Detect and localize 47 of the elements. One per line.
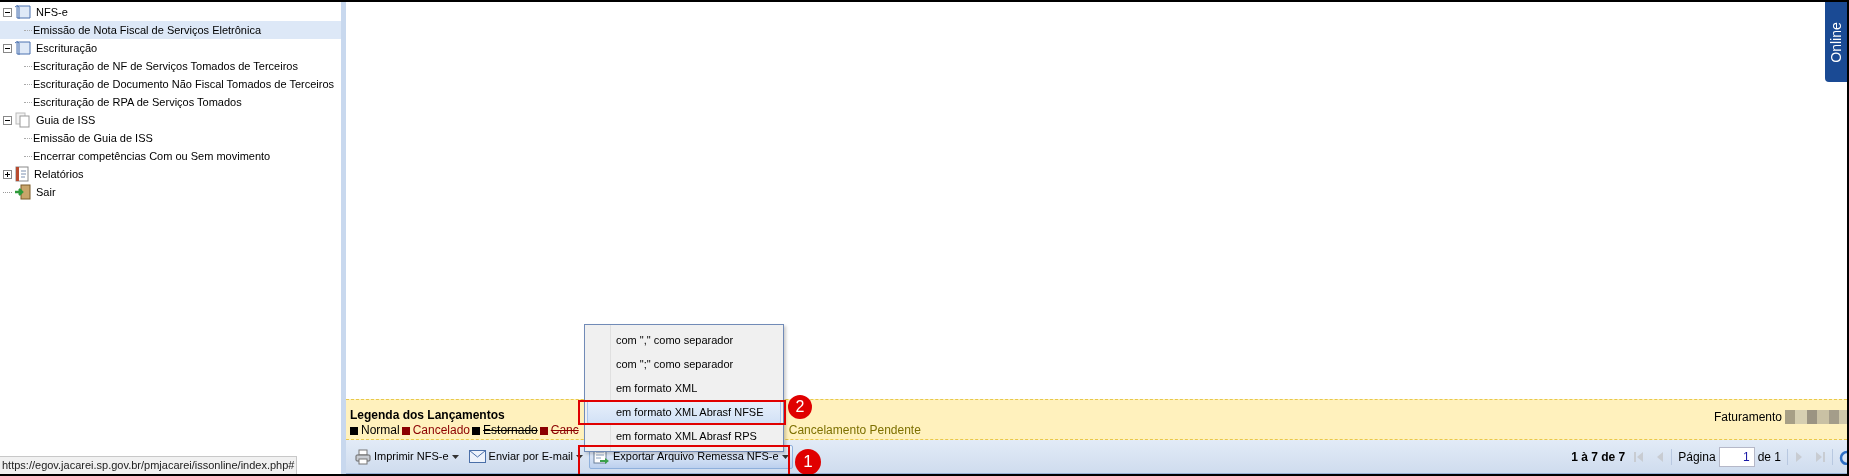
caret-icon xyxy=(781,454,789,459)
faturamento-label: Faturamento xyxy=(1713,409,1782,426)
redacted-value xyxy=(1785,410,1847,424)
tree-item[interactable]: Escrituração xyxy=(0,39,341,57)
document-icon xyxy=(14,40,32,56)
document-icon xyxy=(14,4,32,20)
tree-item[interactable]: Emissão de Nota Fiscal de Serviços Eletrônica xyxy=(0,21,341,39)
refresh-icon[interactable] xyxy=(1839,448,1847,465)
pages-icon xyxy=(14,112,32,128)
caret-icon xyxy=(451,454,459,459)
tree-item[interactable]: Escrituração de NF de Serviços Tomados de Terceiros xyxy=(0,57,341,75)
tree-item[interactable]: Guia de ISS xyxy=(0,111,341,129)
tree-item[interactable]: Emissão de Guia de ISS xyxy=(0,129,341,147)
tree-item[interactable]: Relatórios xyxy=(0,165,341,183)
printer-icon xyxy=(355,448,371,465)
menu-item[interactable]: em formato XML Abrasf NFSE xyxy=(587,400,781,424)
menu-item[interactable]: em formato XML xyxy=(587,376,781,400)
legend-label: Cancelado xyxy=(412,423,471,438)
toolbar-button[interactable]: Enviar por E-mail xyxy=(465,444,586,469)
online-tab[interactable]: Online xyxy=(1825,2,1847,82)
page-input[interactable]: 1 xyxy=(1718,446,1755,467)
tree-item[interactable]: Escrituração de RPA de Serviços Tomados xyxy=(0,93,341,111)
menu-item[interactable]: com "," como separador xyxy=(587,328,781,352)
legend-label: Canc xyxy=(550,423,579,438)
page-label: Página xyxy=(1678,448,1716,466)
legend-label: Estornado xyxy=(483,423,538,438)
collapse-icon[interactable] xyxy=(3,7,12,17)
tree-item[interactable]: Escrituração de Documento Não Fiscal Tomados de Terceiros xyxy=(0,75,341,93)
toolbar-button[interactable]: Imprimir NFS-e xyxy=(352,444,462,469)
menu-item[interactable]: com ";" como separador xyxy=(587,352,781,376)
record-count: 1 à 7 de 7 xyxy=(1571,448,1626,466)
annotation-badge: 2 xyxy=(788,395,812,419)
legend-label: Normal xyxy=(361,423,400,438)
exit-door-icon xyxy=(14,184,32,200)
page-total: de 1 xyxy=(1757,448,1781,466)
expand-icon[interactable] xyxy=(3,169,12,179)
tree-item[interactable]: NFS-e xyxy=(0,3,341,21)
report-icon xyxy=(14,166,30,182)
collapse-icon[interactable] xyxy=(3,115,12,125)
legend-title: Legenda dos Lançamentos xyxy=(350,408,505,423)
status-url: https://egov.jacarei.sp.gov.br/pmjacarei/issonline/index.php# xyxy=(0,456,298,474)
envelope-icon xyxy=(468,450,486,463)
tree-item[interactable]: Sair xyxy=(0,183,341,201)
caret-icon xyxy=(575,454,583,459)
collapse-icon[interactable] xyxy=(3,43,12,53)
legend-label: Cancelamento Pendente xyxy=(788,423,921,438)
tree-item[interactable]: Encerrar competências Com ou Sem movimento xyxy=(0,147,341,165)
